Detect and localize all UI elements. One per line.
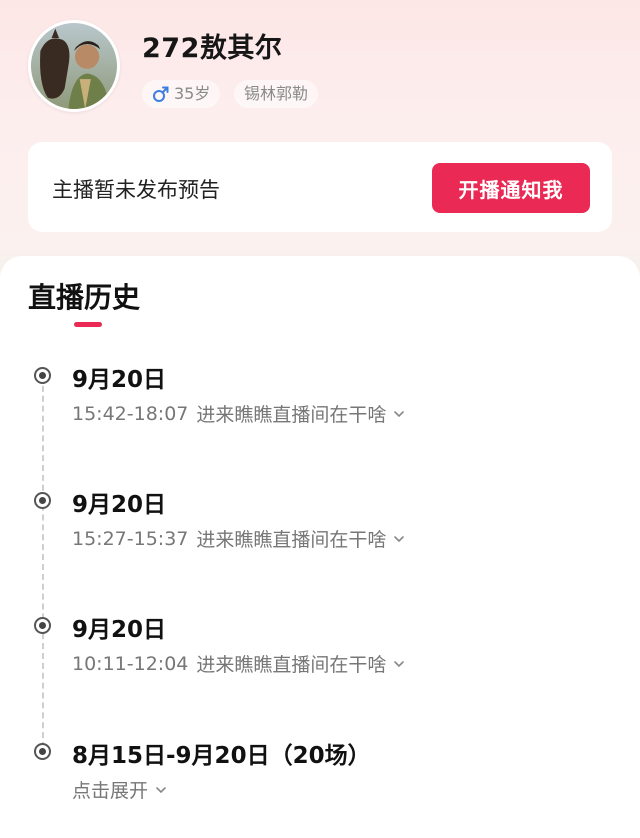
history-date: 9月20日	[72, 617, 167, 643]
notice-text: 主播暂未发布预告	[52, 178, 220, 202]
history-description: 15:27-15:37 进来瞧瞧直播间在干啥	[72, 525, 406, 552]
history-date: 9月20日	[72, 492, 167, 518]
profile-header: 272敖其尔 35岁 锡林郭勒	[0, 0, 640, 130]
timeline-dot-icon	[34, 367, 51, 384]
history-time: 10:11-12:04	[72, 652, 189, 675]
history-desc-text: 进来瞧瞧直播间在干啥	[196, 404, 387, 426]
history-time: 15:27-15:37	[72, 527, 189, 550]
history-date-range: 8月15日-9月20日（20场）	[72, 743, 371, 769]
chevron-down-icon	[394, 535, 405, 542]
notify-me-button[interactable]: 开播通知我	[432, 163, 590, 213]
live-notice-card: 主播暂未发布预告 开播通知我	[28, 142, 612, 232]
avatar-photo-icon	[31, 23, 117, 109]
chevron-down-icon	[394, 410, 405, 417]
region-tag: 锡林郭勒	[234, 80, 319, 108]
chevron-down-icon	[394, 660, 405, 667]
history-date: 9月20日	[72, 367, 167, 393]
region-label: 锡林郭勒	[244, 84, 309, 103]
timeline-line	[42, 376, 44, 748]
history-desc-text: 进来瞧瞧直播间在干啥	[196, 654, 387, 676]
male-icon	[153, 86, 169, 102]
timeline-dot-icon	[34, 617, 51, 634]
age-label: 35岁	[174, 84, 211, 103]
chevron-down-icon	[156, 786, 166, 793]
live-history-panel: 直播历史 9月20日 15:42-18:07 进来瞧瞧直播间在干啥 9月20日 …	[0, 256, 640, 838]
expand-label: 点击展开	[72, 780, 149, 802]
gender-age-tag: 35岁	[142, 80, 221, 108]
section-title: 直播历史	[28, 281, 141, 314]
expand-link[interactable]: 点击展开	[72, 776, 168, 803]
history-desc-text: 进来瞧瞧直播间在干啥	[196, 529, 387, 551]
title-underline	[74, 322, 102, 327]
username: 272敖其尔	[142, 33, 283, 64]
history-description: 10:11-12:04 进来瞧瞧直播间在干啥	[72, 650, 406, 677]
timeline-dot-icon	[34, 492, 51, 509]
timeline-dot-icon	[34, 743, 51, 760]
avatar[interactable]	[28, 20, 120, 112]
history-time: 15:42-18:07	[72, 402, 189, 425]
history-description: 15:42-18:07 进来瞧瞧直播间在干啥	[72, 400, 406, 427]
